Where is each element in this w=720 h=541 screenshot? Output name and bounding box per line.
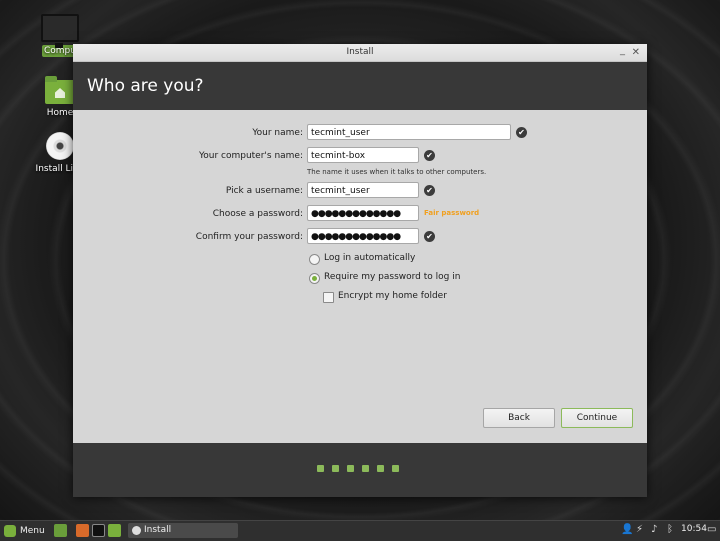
network-icon[interactable]: ⚡ bbox=[636, 524, 643, 535]
window-titlebar[interactable]: Install _ ✕ bbox=[73, 44, 647, 62]
progress-step bbox=[317, 465, 324, 472]
password-input[interactable]: ●●●●●●●●●●●●● bbox=[307, 205, 419, 221]
progress-step bbox=[392, 465, 399, 472]
password-label: Choose a password: bbox=[212, 209, 303, 219]
computer-name-label: Your computer's name: bbox=[198, 151, 303, 161]
clock[interactable]: 10:54 bbox=[681, 524, 707, 534]
check-icon: ✔ bbox=[424, 231, 435, 242]
auto-login-label: Log in automatically bbox=[324, 253, 416, 263]
check-icon: ✔ bbox=[424, 150, 435, 161]
back-button[interactable]: Back bbox=[483, 408, 555, 428]
check-icon: ✔ bbox=[516, 127, 527, 138]
notifications-icon[interactable]: ▭ bbox=[707, 524, 716, 535]
check-icon: ✔ bbox=[424, 185, 435, 196]
computer-icon bbox=[41, 14, 79, 48]
row-username: Pick a username: tecmint_user ✔ bbox=[73, 182, 647, 200]
encrypt-home-label: Encrypt my home folder bbox=[338, 291, 447, 301]
page-title: Who are you? bbox=[73, 62, 647, 110]
close-button[interactable]: ✕ bbox=[632, 44, 640, 61]
disc-icon bbox=[46, 132, 74, 160]
row-your-name: Your name: tecmint_user ✔ bbox=[73, 124, 647, 142]
continue-button[interactable]: Continue bbox=[561, 408, 633, 428]
username-label: Pick a username: bbox=[225, 186, 303, 196]
volume-icon[interactable]: ♪ bbox=[651, 524, 657, 535]
progress-step bbox=[377, 465, 384, 472]
confirm-password-label: Confirm your password: bbox=[195, 232, 303, 242]
firefox-icon[interactable] bbox=[76, 524, 89, 537]
installer-window: Install _ ✕ Who are you? Your name: tecm… bbox=[73, 44, 647, 497]
bluetooth-icon[interactable]: ᛒ bbox=[667, 524, 673, 535]
desktop-icon-label: Home bbox=[46, 108, 74, 118]
taskbar-item-install[interactable]: Install bbox=[128, 523, 238, 538]
files-icon[interactable] bbox=[108, 524, 121, 537]
progress-footer bbox=[73, 443, 647, 497]
terminal-icon[interactable] bbox=[92, 524, 105, 537]
show-desktop-icon[interactable] bbox=[54, 524, 67, 537]
require-password-radio[interactable] bbox=[309, 273, 320, 284]
progress-step bbox=[362, 465, 369, 472]
progress-step bbox=[332, 465, 339, 472]
auto-login-radio[interactable] bbox=[309, 254, 320, 265]
confirm-password-input[interactable]: ●●●●●●●●●●●●● bbox=[307, 228, 419, 244]
require-password-label: Require my password to log in bbox=[324, 272, 461, 282]
row-password: Choose a password: ●●●●●●●●●●●●● Fair pa… bbox=[73, 205, 647, 223]
row-computer-name: Your computer's name: tecmint-box ✔ bbox=[73, 147, 647, 165]
computer-name-hint: The name it uses when it talks to other … bbox=[307, 168, 487, 176]
menu-button[interactable]: Menu bbox=[4, 524, 45, 538]
row-confirm-password: Confirm your password: ●●●●●●●●●●●●● ✔ bbox=[73, 228, 647, 246]
computer-name-input[interactable]: tecmint-box bbox=[307, 147, 419, 163]
progress-step bbox=[347, 465, 354, 472]
encrypt-home-checkbox[interactable] bbox=[323, 292, 334, 303]
your-name-input[interactable]: tecmint_user bbox=[307, 124, 511, 140]
taskbar: Menu Install 👤 ⚡ ♪ ᛒ 10:54 ▭ bbox=[0, 520, 720, 541]
user-icon[interactable]: 👤 bbox=[621, 524, 633, 535]
progress-steps bbox=[317, 465, 399, 472]
password-strength: Fair password bbox=[424, 209, 480, 217]
window-title: Install bbox=[346, 47, 374, 57]
minimize-button[interactable]: _ bbox=[620, 42, 625, 59]
home-folder-icon bbox=[45, 76, 75, 104]
your-name-label: Your name: bbox=[252, 128, 303, 138]
form-area: Your name: tecmint_user ✔ Your computer'… bbox=[73, 110, 647, 443]
username-input[interactable]: tecmint_user bbox=[307, 182, 419, 198]
